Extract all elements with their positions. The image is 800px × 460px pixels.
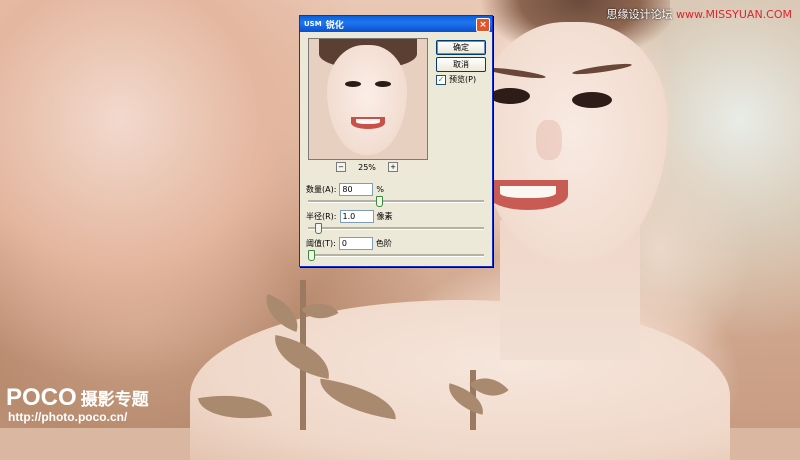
amount-unit: % bbox=[376, 185, 385, 194]
radius-unit: 像素 bbox=[376, 212, 393, 221]
preview-pane[interactable] bbox=[308, 38, 428, 160]
ok-button[interactable]: 确定 bbox=[436, 40, 486, 55]
preview-teeth bbox=[356, 119, 380, 124]
left-eye bbox=[490, 88, 530, 104]
threshold-input[interactable]: 0 bbox=[338, 237, 373, 250]
preview-checkbox[interactable]: ✓ bbox=[436, 74, 446, 85]
radius-row: 半径(R): 1.0 像素 bbox=[306, 210, 393, 223]
watermark-top-text: 思缘设计论坛 bbox=[606, 8, 673, 21]
dialog-title: 锐化 bbox=[325, 20, 344, 31]
zoom-out-button[interactable]: − bbox=[336, 162, 346, 172]
cancel-button[interactable]: 取消 bbox=[436, 57, 486, 72]
app-badge: USM bbox=[304, 20, 322, 28]
threshold-slider[interactable] bbox=[308, 250, 484, 261]
poco-url: http://photo.poco.cn/ bbox=[8, 410, 128, 424]
watermark-top-url: www.MISSYUAN.COM bbox=[675, 8, 792, 21]
amount-row: 数量(A): 80 % bbox=[306, 183, 384, 196]
threshold-label: 阈值(T): bbox=[306, 239, 336, 248]
amount-label: 数量(A): bbox=[306, 185, 337, 194]
preview-face bbox=[327, 45, 407, 155]
preview-checkbox-label: 预览(P) bbox=[449, 75, 477, 84]
radius-slider-thumb[interactable] bbox=[314, 223, 322, 234]
usm-dialog: USM 锐化 × − 25% + 确定 取消 ✓ 预览(P) 数量(A): 80… bbox=[299, 15, 493, 267]
nose bbox=[536, 120, 562, 160]
watermark-top: 思缘设计论坛 www.MISSYUAN.COM bbox=[606, 6, 792, 22]
threshold-row: 阈值(T): 0 色阶 bbox=[306, 237, 392, 250]
close-button[interactable]: × bbox=[476, 18, 490, 32]
radius-label: 半径(R): bbox=[306, 212, 337, 221]
zoom-controls: − 25% + bbox=[336, 162, 398, 172]
zoom-level: 25% bbox=[358, 162, 376, 172]
threshold-unit: 色阶 bbox=[375, 239, 392, 248]
amount-slider-thumb[interactable] bbox=[375, 196, 383, 207]
right-eye bbox=[572, 92, 612, 108]
zoom-in-button[interactable]: + bbox=[388, 162, 398, 172]
amount-input[interactable]: 80 bbox=[339, 183, 374, 196]
poco-logo: POCO 摄影专题 bbox=[6, 384, 149, 412]
dialog-titlebar[interactable]: USM 锐化 bbox=[300, 16, 492, 32]
amount-slider[interactable] bbox=[308, 196, 484, 207]
poco-logo-sub: 摄影专题 bbox=[80, 390, 149, 409]
poco-logo-text: POCO bbox=[6, 384, 77, 411]
teeth bbox=[500, 186, 556, 198]
radius-input[interactable]: 1.0 bbox=[339, 210, 374, 223]
preview-left-eye bbox=[345, 81, 361, 87]
radius-slider[interactable] bbox=[308, 223, 484, 234]
threshold-slider-thumb[interactable] bbox=[308, 250, 315, 261]
preview-right-eye bbox=[375, 81, 391, 87]
preview-toggle[interactable]: ✓ 预览(P) bbox=[436, 74, 476, 85]
